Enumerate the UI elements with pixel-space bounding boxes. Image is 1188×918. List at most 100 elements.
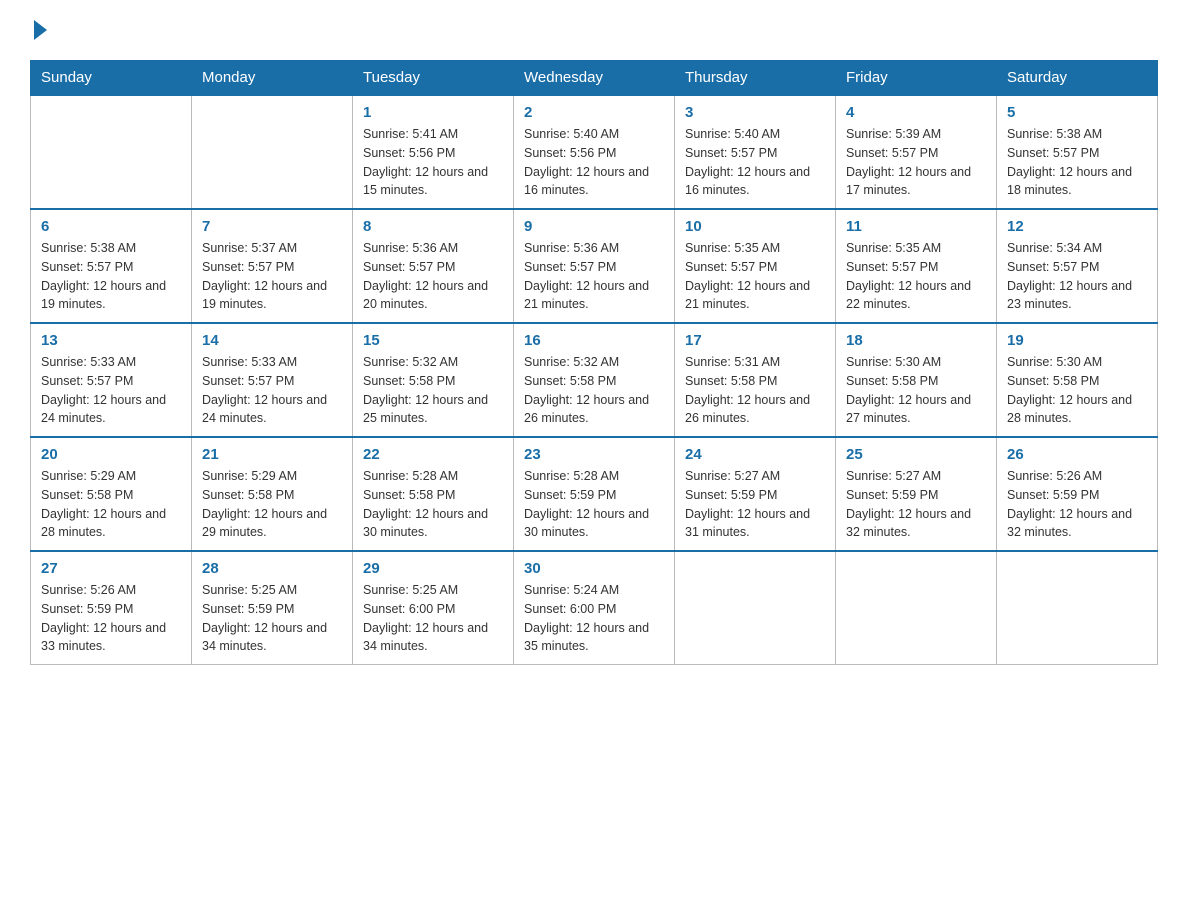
day-number: 25 (846, 446, 986, 463)
day-detail: Sunrise: 5:32 AMSunset: 5:58 PMDaylight:… (524, 353, 664, 428)
day-detail: Sunrise: 5:25 AMSunset: 6:00 PMDaylight:… (363, 581, 503, 656)
day-number: 18 (846, 332, 986, 349)
calendar-cell: 20 Sunrise: 5:29 AMSunset: 5:58 PMDayligh… (31, 437, 192, 551)
day-number: 22 (363, 446, 503, 463)
calendar-cell: 17Sunrise: 5:31 AMSunset: 5:58 PMDayligh… (675, 323, 836, 437)
day-detail: Sunrise: 5:35 AMSunset: 5:57 PMDaylight:… (685, 239, 825, 314)
calendar-cell: 1 Sunrise: 5:41 AMSunset: 5:56 PMDaylight… (353, 95, 514, 209)
calendar-table: SundayMondayTuesdayWednesdayThursdayFrid… (30, 60, 1158, 665)
day-number: 13 (41, 332, 181, 349)
day-number: 12 (1007, 218, 1147, 235)
calendar-cell (836, 551, 997, 665)
day-detail: Sunrise: 5:27 AMSunset: 5:59 PMDaylight:… (685, 467, 825, 542)
day-detail: Sunrise: 5:41 AMSunset: 5:56 PMDaylight:… (363, 125, 503, 200)
calendar-cell: 29 Sunrise: 5:25 AMSunset: 6:00 PMDayligh… (353, 551, 514, 665)
day-number: 4 (846, 104, 986, 121)
calendar-week-1: 1 Sunrise: 5:41 AMSunset: 5:56 PMDaylight… (31, 95, 1158, 209)
day-detail: Sunrise: 5:36 AMSunset: 5:57 PMDaylight:… (524, 239, 664, 314)
day-number: 2 (524, 104, 664, 121)
day-detail: Sunrise: 5:34 AMSunset: 5:57 PMDaylight:… (1007, 239, 1147, 314)
calendar-cell: 13 Sunrise: 5:33 AMSunset: 5:57 PMDayligh… (31, 323, 192, 437)
calendar-cell: 3Sunrise: 5:40 AMSunset: 5:57 PMDaylight… (675, 95, 836, 209)
day-detail: Sunrise: 5:37 AMSunset: 5:57 PMDaylight:… (202, 239, 342, 314)
calendar-cell: 14Sunrise: 5:33 AMSunset: 5:57 PMDayligh… (192, 323, 353, 437)
day-detail: Sunrise: 5:26 AMSunset: 5:59 PMDaylight:… (41, 581, 181, 656)
day-detail: Sunrise: 5:29 AMSunset: 5:58 PMDaylight:… (202, 467, 342, 542)
day-detail: Sunrise: 5:26 AMSunset: 5:59 PMDaylight:… (1007, 467, 1147, 542)
day-number: 7 (202, 218, 342, 235)
calendar-cell: 7 Sunrise: 5:37 AMSunset: 5:57 PMDaylight… (192, 209, 353, 323)
calendar-cell: 22 Sunrise: 5:28 AMSunset: 5:58 PMDayligh… (353, 437, 514, 551)
logo-triangle-icon (34, 20, 47, 40)
day-number: 11 (846, 218, 986, 235)
calendar-week-5: 27 Sunrise: 5:26 AMSunset: 5:59 PMDayligh… (31, 551, 1158, 665)
weekday-header-saturday: Saturday (997, 61, 1158, 96)
calendar-cell: 27 Sunrise: 5:26 AMSunset: 5:59 PMDayligh… (31, 551, 192, 665)
day-number: 23 (524, 446, 664, 463)
calendar-cell (31, 95, 192, 209)
calendar-week-3: 13 Sunrise: 5:33 AMSunset: 5:57 PMDayligh… (31, 323, 1158, 437)
calendar-cell: 8 Sunrise: 5:36 AMSunset: 5:57 PMDaylight… (353, 209, 514, 323)
day-number: 1 (363, 104, 503, 121)
weekday-header-sunday: Sunday (31, 61, 192, 96)
day-number: 3 (685, 104, 825, 121)
weekday-header-tuesday: Tuesday (353, 61, 514, 96)
day-number: 9 (524, 218, 664, 235)
day-detail: Sunrise: 5:27 AMSunset: 5:59 PMDaylight:… (846, 467, 986, 542)
calendar-cell: 9 Sunrise: 5:36 AMSunset: 5:57 PMDaylight… (514, 209, 675, 323)
calendar-cell: 26 Sunrise: 5:26 AMSunset: 5:59 PMDayligh… (997, 437, 1158, 551)
logo (30, 20, 47, 40)
calendar-cell: 21 Sunrise: 5:29 AMSunset: 5:58 PMDayligh… (192, 437, 353, 551)
day-detail: Sunrise: 5:29 AMSunset: 5:58 PMDaylight:… (41, 467, 181, 542)
calendar-cell: 19 Sunrise: 5:30 AMSunset: 5:58 PMDayligh… (997, 323, 1158, 437)
day-detail: Sunrise: 5:35 AMSunset: 5:57 PMDaylight:… (846, 239, 986, 314)
day-detail: Sunrise: 5:25 AMSunset: 5:59 PMDaylight:… (202, 581, 342, 656)
day-number: 6 (41, 218, 181, 235)
day-number: 27 (41, 560, 181, 577)
day-number: 20 (41, 446, 181, 463)
calendar-cell: 28 Sunrise: 5:25 AMSunset: 5:59 PMDayligh… (192, 551, 353, 665)
calendar-cell: 25 Sunrise: 5:27 AMSunset: 5:59 PMDayligh… (836, 437, 997, 551)
day-number: 19 (1007, 332, 1147, 349)
day-detail: Sunrise: 5:40 AMSunset: 5:56 PMDaylight:… (524, 125, 664, 200)
day-number: 15 (363, 332, 503, 349)
day-detail: Sunrise: 5:36 AMSunset: 5:57 PMDaylight:… (363, 239, 503, 314)
calendar-cell: 2 Sunrise: 5:40 AMSunset: 5:56 PMDaylight… (514, 95, 675, 209)
calendar-cell: 24 Sunrise: 5:27 AMSunset: 5:59 PMDayligh… (675, 437, 836, 551)
day-detail: Sunrise: 5:38 AMSunset: 5:57 PMDaylight:… (1007, 125, 1147, 200)
calendar-cell: 16Sunrise: 5:32 AMSunset: 5:58 PMDayligh… (514, 323, 675, 437)
calendar-cell (997, 551, 1158, 665)
calendar-cell (192, 95, 353, 209)
day-number: 17 (685, 332, 825, 349)
calendar-cell: 12 Sunrise: 5:34 AMSunset: 5:57 PMDayligh… (997, 209, 1158, 323)
weekday-header-thursday: Thursday (675, 61, 836, 96)
day-number: 26 (1007, 446, 1147, 463)
weekday-header-friday: Friday (836, 61, 997, 96)
day-detail: Sunrise: 5:33 AMSunset: 5:57 PMDaylight:… (41, 353, 181, 428)
day-detail: Sunrise: 5:39 AMSunset: 5:57 PMDaylight:… (846, 125, 986, 200)
day-number: 28 (202, 560, 342, 577)
day-detail: Sunrise: 5:30 AMSunset: 5:58 PMDaylight:… (1007, 353, 1147, 428)
day-number: 8 (363, 218, 503, 235)
calendar-cell: 11 Sunrise: 5:35 AMSunset: 5:57 PMDayligh… (836, 209, 997, 323)
day-detail: Sunrise: 5:30 AMSunset: 5:58 PMDaylight:… (846, 353, 986, 428)
day-detail: Sunrise: 5:24 AMSunset: 6:00 PMDaylight:… (524, 581, 664, 656)
calendar-cell: 23 Sunrise: 5:28 AMSunset: 5:59 PMDayligh… (514, 437, 675, 551)
calendar-cell: 6Sunrise: 5:38 AMSunset: 5:57 PMDaylight… (31, 209, 192, 323)
day-detail: Sunrise: 5:28 AMSunset: 5:59 PMDaylight:… (524, 467, 664, 542)
day-number: 24 (685, 446, 825, 463)
calendar-week-4: 20 Sunrise: 5:29 AMSunset: 5:58 PMDayligh… (31, 437, 1158, 551)
day-number: 30 (524, 560, 664, 577)
calendar-cell: 5Sunrise: 5:38 AMSunset: 5:57 PMDaylight… (997, 95, 1158, 209)
day-number: 10 (685, 218, 825, 235)
day-number: 21 (202, 446, 342, 463)
day-detail: Sunrise: 5:28 AMSunset: 5:58 PMDaylight:… (363, 467, 503, 542)
day-number: 29 (363, 560, 503, 577)
calendar-cell: 18 Sunrise: 5:30 AMSunset: 5:58 PMDayligh… (836, 323, 997, 437)
weekday-header-wednesday: Wednesday (514, 61, 675, 96)
day-detail: Sunrise: 5:33 AMSunset: 5:57 PMDaylight:… (202, 353, 342, 428)
calendar-cell: 4 Sunrise: 5:39 AMSunset: 5:57 PMDaylight… (836, 95, 997, 209)
weekday-header-monday: Monday (192, 61, 353, 96)
calendar-week-2: 6Sunrise: 5:38 AMSunset: 5:57 PMDaylight… (31, 209, 1158, 323)
calendar-cell (675, 551, 836, 665)
